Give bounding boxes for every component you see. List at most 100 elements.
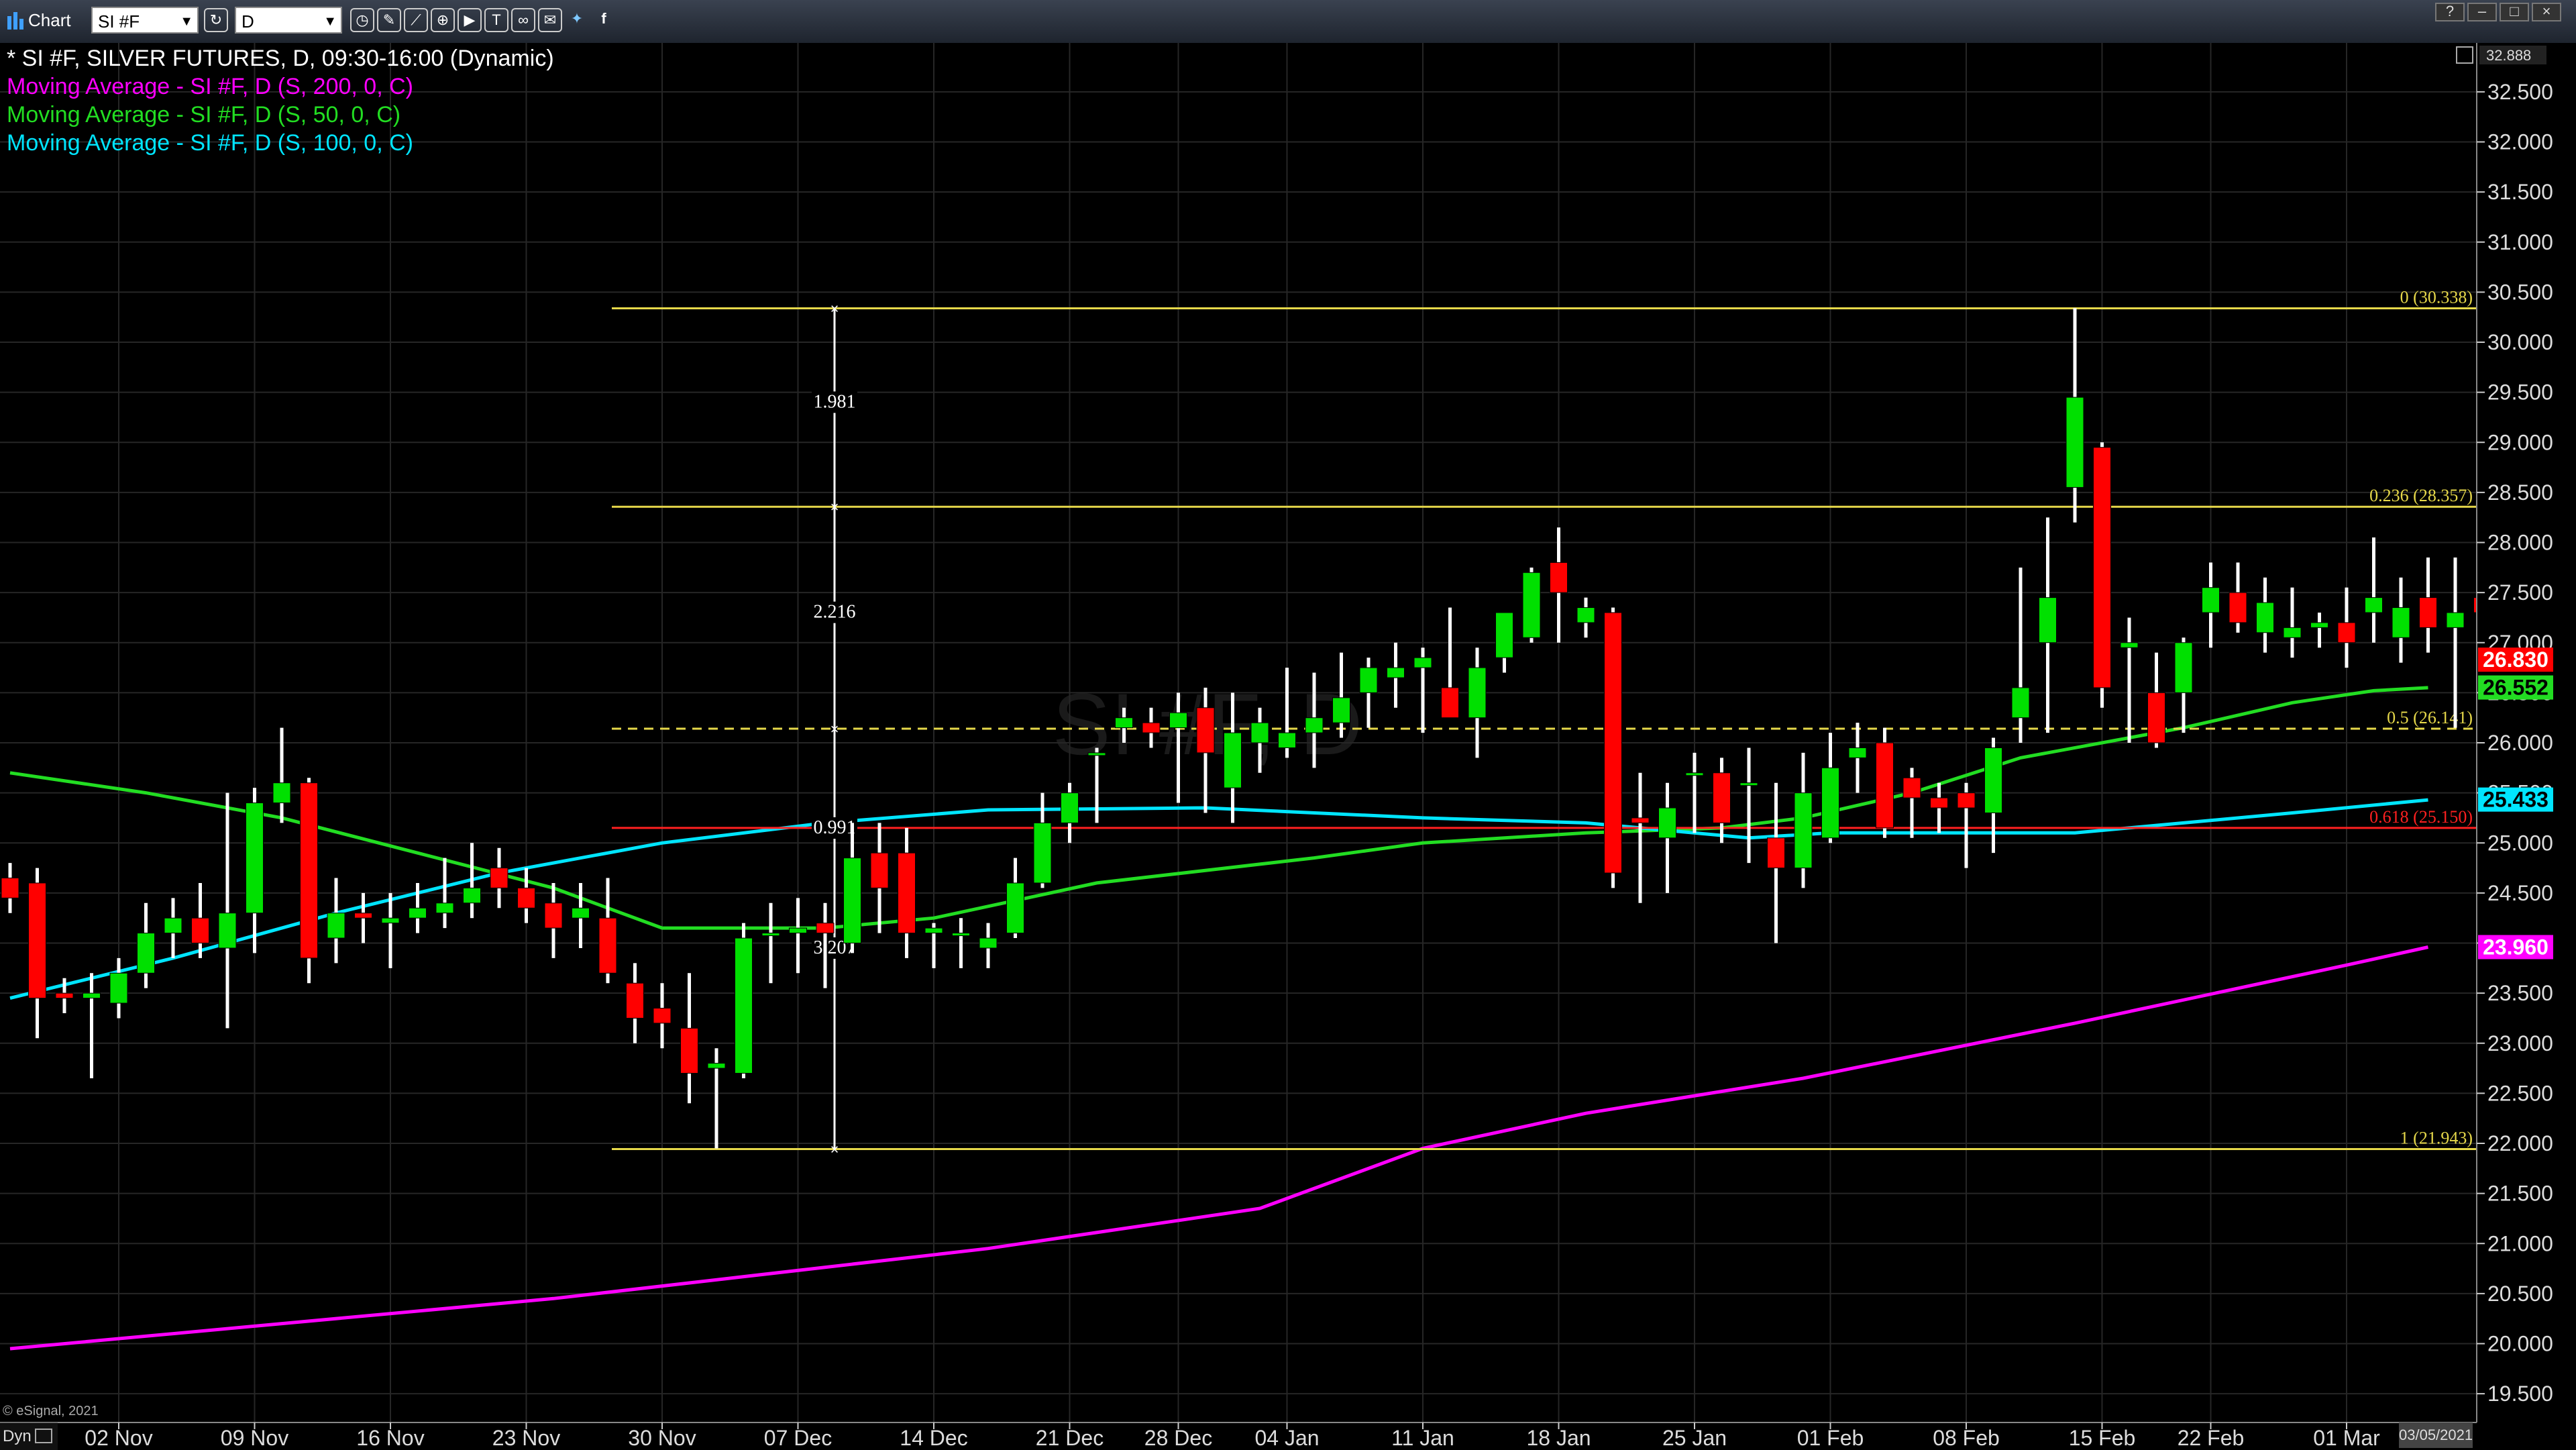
- candle-body: [1087, 752, 1106, 756]
- price-chart[interactable]: SI #F, D 0 (30.338)0.236 (28.357)0.5 (26…: [0, 43, 2576, 1449]
- legend-ma100: Moving Average - SI #F, D (S, 100, 0, C): [7, 130, 413, 156]
- candle-body: [1332, 697, 1350, 723]
- price-tick-label: 23.500: [2487, 981, 2553, 1005]
- candle-body: [2147, 692, 2165, 743]
- fib-level-label: 0.236 (28.357): [2369, 486, 2473, 505]
- mail-icon[interactable]: ✉: [538, 8, 562, 32]
- candle-body: [1305, 717, 1324, 733]
- candle-body: [2446, 612, 2465, 628]
- candle-body: [2283, 627, 2302, 638]
- maximize-button[interactable]: □: [2500, 3, 2529, 21]
- candle-body: [1142, 722, 1161, 733]
- cursor-icon[interactable]: ⊕: [431, 8, 455, 32]
- candle-body: [1115, 717, 1133, 729]
- price-tick-label: 20.000: [2487, 1332, 2553, 1356]
- fib-measure-marker: ×: [830, 1141, 839, 1158]
- dyn-toggle[interactable]: Dyn: [0, 1422, 58, 1450]
- facebook-icon[interactable]: f: [592, 8, 616, 32]
- close-button[interactable]: ×: [2532, 3, 2561, 21]
- fib-measure-marker: ×: [830, 301, 839, 317]
- candle-body: [1794, 792, 1813, 869]
- candle-body: [2256, 602, 2274, 633]
- clock-icon[interactable]: ◷: [350, 8, 374, 32]
- date-tick-label: 14 Dec: [900, 1426, 967, 1449]
- candle-body: [1522, 572, 1541, 638]
- candle-body: [2310, 622, 2328, 628]
- date-tick-label: 02 Nov: [85, 1426, 152, 1449]
- price-tick-label: 21.000: [2487, 1231, 2553, 1255]
- candle-body: [1957, 792, 1976, 809]
- candle-body: [2093, 447, 2111, 688]
- text-tool-icon[interactable]: T: [484, 8, 508, 32]
- fib-level-label: 0 (30.338): [2400, 288, 2473, 307]
- date-tick-label: 21 Dec: [1036, 1426, 1104, 1449]
- candle-body: [1848, 747, 1867, 758]
- price-tick-label: 32.000: [2487, 130, 2553, 154]
- price-badge-label: 25.433: [2483, 788, 2548, 812]
- symbol-value: SI #F: [98, 11, 140, 32]
- price-tick-label: 25.000: [2487, 831, 2553, 855]
- candle-body: [1061, 792, 1079, 823]
- candle-body: [598, 917, 617, 974]
- date-tick-label: 09 Nov: [221, 1426, 288, 1449]
- candle-body: [1359, 667, 1378, 693]
- grid-toggle-icon: [35, 1429, 52, 1443]
- candle-body: [109, 972, 128, 1004]
- candle-body: [572, 907, 590, 919]
- date-tick-label: 15 Feb: [2069, 1426, 2136, 1449]
- price-tick-label: 23.000: [2487, 1031, 2553, 1055]
- chart-app-icon: [5, 5, 25, 35]
- candle-body: [300, 782, 318, 959]
- price-badge-label: 26.830: [2483, 648, 2548, 672]
- price-tick-label: 22.500: [2487, 1081, 2553, 1105]
- candle-body: [924, 927, 943, 934]
- candle-body: [191, 917, 209, 943]
- candle-body: [1413, 657, 1432, 668]
- date-tick-label: 18 Jan: [1526, 1426, 1591, 1449]
- candle-body: [137, 933, 155, 974]
- candle-body: [463, 887, 481, 904]
- date-tick-label: 30 Nov: [628, 1426, 696, 1449]
- dyn-label: Dyn: [3, 1427, 32, 1445]
- price-badge-label: 26.552: [2483, 676, 2548, 700]
- minimize-button[interactable]: –: [2467, 3, 2497, 21]
- candle-body: [1713, 772, 1731, 823]
- date-tick-label: 01 Feb: [1797, 1426, 1864, 1449]
- candle-body: [2202, 587, 2220, 613]
- candle-body: [1739, 782, 1758, 786]
- fib-measure-marker: ×: [830, 499, 839, 515]
- candle-body: [327, 913, 345, 939]
- candle-body: [2419, 597, 2437, 628]
- candle-body: [246, 802, 264, 914]
- fib-level-label: 1 (21.943): [2400, 1129, 2473, 1148]
- legend-ma50: Moving Average - SI #F, D (S, 50, 0, C): [7, 102, 401, 127]
- draw-pencil-icon[interactable]: ✎: [377, 8, 401, 32]
- fib-level-label: 0.5 (26.141): [2387, 708, 2473, 727]
- link-icon[interactable]: ∞: [511, 8, 535, 32]
- candle-body: [952, 933, 970, 937]
- candle-body: [164, 917, 182, 934]
- play-icon[interactable]: ▶: [458, 8, 482, 32]
- fib-measure-label: 2.216: [814, 602, 856, 623]
- symbol-input[interactable]: SI #F ▼: [91, 7, 199, 34]
- price-tick-label: 28.500: [2487, 480, 2553, 505]
- refresh-icon[interactable]: ↻: [204, 8, 228, 32]
- candle-body: [1196, 707, 1215, 754]
- price-tick-label: 31.500: [2487, 180, 2553, 204]
- price-tick-label: 20.500: [2487, 1282, 2553, 1306]
- candle-body: [1033, 822, 1052, 884]
- twitter-icon[interactable]: ✦: [565, 8, 589, 32]
- date-tick-label: 07 Dec: [764, 1426, 832, 1449]
- interval-input[interactable]: D ▼: [235, 7, 342, 34]
- candle-body: [1387, 667, 1405, 678]
- date-axis[interactable]: 02 Nov 09 Nov 16 Nov 23 Nov 30 Nov 07 Dec 14 D…: [0, 1422, 2576, 1449]
- price-tick-label: 30.500: [2487, 280, 2553, 304]
- line-tool-icon[interactable]: ⟋: [404, 8, 428, 32]
- candle-body: [2011, 687, 2030, 719]
- candle-body: [1876, 742, 1894, 829]
- help-button[interactable]: ?: [2435, 3, 2465, 21]
- date-tick-label: 25 Jan: [1662, 1426, 1727, 1449]
- price-tick-label: 28.000: [2487, 531, 2553, 555]
- candle-body: [2229, 592, 2247, 623]
- price-tick-label: 29.000: [2487, 430, 2553, 454]
